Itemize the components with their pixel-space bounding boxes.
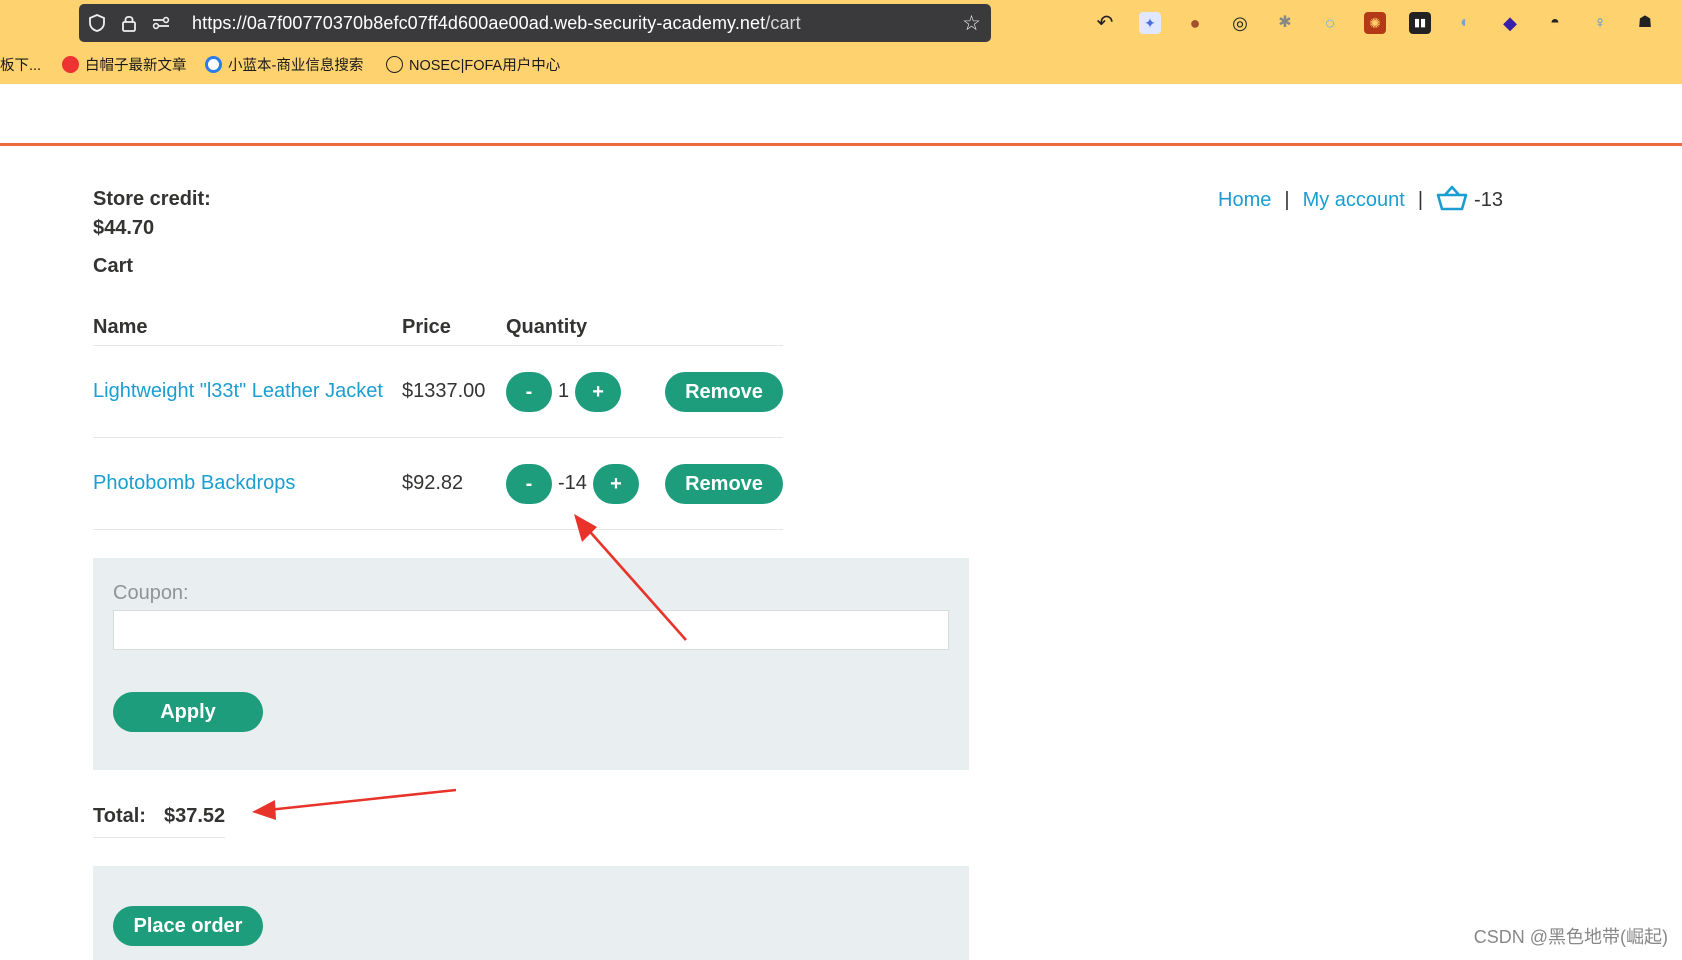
total-label: Total:: [93, 805, 146, 827]
bookmark-item[interactable]: 板下...: [0, 56, 41, 76]
cart-table: Name Price Quantity Lightweight "l33t" L…: [93, 309, 783, 530]
remove-button[interactable]: Remove: [665, 371, 783, 412]
table-header-row: Name Price Quantity: [93, 309, 783, 346]
remove-button[interactable]: Remove: [665, 463, 783, 504]
bookmark-item[interactable]: NOSEC|FOFA用户中心: [386, 56, 560, 76]
column-header-quantity: Quantity: [506, 309, 665, 346]
address-bar[interactable]: https://0a7f00770370b8efc07ff4d600ae00ad…: [79, 4, 991, 42]
product-link[interactable]: Photobomb Backdrops: [93, 472, 295, 494]
cookie-editor-icon[interactable]: ◎: [1229, 12, 1251, 34]
store-credit-label: Store credit:: [93, 188, 211, 210]
store-credit: Store credit: $44.70: [93, 185, 211, 243]
shield-icon[interactable]: [87, 13, 107, 33]
apply-coupon-button[interactable]: Apply: [113, 692, 263, 732]
column-header-price: Price: [402, 309, 506, 346]
decrease-quantity-button[interactable]: -: [506, 463, 552, 504]
column-header-name: Name: [93, 309, 402, 346]
fire-icon: [62, 56, 79, 73]
place-order-button[interactable]: Place order: [113, 906, 263, 946]
my-account-link[interactable]: My account: [1303, 189, 1405, 211]
quantity-value: 1: [558, 380, 570, 402]
hat-icon[interactable]: ◓: [1544, 12, 1566, 34]
total-value: $37.52: [163, 805, 226, 827]
ring-icon[interactable]: ○: [1319, 12, 1341, 34]
product-price: $1337.00: [402, 345, 506, 438]
permissions-icon[interactable]: [151, 13, 171, 33]
watermark: CSDN @黑色地带(崛起): [1473, 927, 1668, 947]
column-header-actions: [665, 309, 783, 346]
pin-icon[interactable]: ♀: [1589, 12, 1611, 34]
table-row: Lightweight "l33t" Leather Jacket $1337.…: [93, 345, 783, 438]
lock-icon[interactable]: [119, 13, 139, 33]
bookmark-item[interactable]: 小蓝本-商业信息搜索: [205, 56, 363, 76]
puzzle-icon[interactable]: ✱: [1274, 12, 1296, 34]
cart-title: Cart: [93, 255, 134, 277]
hacker-icon[interactable]: ☗: [1634, 12, 1656, 34]
annotation-arrow: [252, 788, 457, 820]
undo-arrow-icon[interactable]: ↶: [1094, 12, 1116, 34]
globe-icon: [386, 56, 403, 73]
quantity-stepper: -1 +: [506, 345, 665, 438]
cart-total: Total: $37.52: [93, 805, 226, 838]
q-icon: [205, 56, 222, 73]
home-link[interactable]: Home: [1218, 189, 1271, 211]
cart-count: -13: [1474, 189, 1503, 211]
top-navigation: Home | My account | -13: [1218, 184, 1503, 212]
place-order-section: Place order: [93, 866, 969, 960]
product-price: $92.82: [402, 437, 506, 530]
product-link[interactable]: Lightweight "l33t" Leather Jacket: [93, 380, 383, 402]
increase-quantity-button[interactable]: +: [575, 371, 622, 412]
burp-icon[interactable]: ✺: [1364, 12, 1386, 34]
browser-toolbar: https://0a7f00770370b8efc07ff4d600ae00ad…: [0, 0, 1682, 84]
decrease-quantity-button[interactable]: -: [506, 371, 552, 412]
site-header: [0, 84, 1682, 144]
store-credit-value: $44.70: [93, 217, 155, 239]
table-row: Photobomb Backdrops $92.82 - -14 + Remove: [93, 437, 783, 530]
quantity-stepper: - -14 +: [506, 437, 665, 530]
url-text[interactable]: https://0a7f00770370b8efc07ff4d600ae00ad…: [192, 4, 801, 42]
cart-link[interactable]: -13: [1436, 185, 1503, 211]
bookmark-star-icon[interactable]: ☆: [962, 11, 981, 36]
toggle-icon[interactable]: ◐: [1454, 12, 1476, 34]
layers-icon[interactable]: ◆: [1499, 12, 1521, 34]
quantity-value: -14: [558, 472, 587, 494]
basket-icon: [1436, 185, 1468, 211]
cookie-icon[interactable]: ●: [1184, 12, 1206, 34]
header-divider: [0, 143, 1682, 146]
coupon-label: Coupon:: [113, 582, 189, 604]
bird-extension-icon[interactable]: ✦: [1139, 12, 1161, 34]
nav-separator: |: [1284, 189, 1290, 211]
coupon-input[interactable]: [113, 610, 949, 650]
increase-quantity-button[interactable]: +: [592, 463, 639, 504]
nav-separator: |: [1417, 189, 1424, 211]
coupon-section: Coupon: Apply: [93, 558, 969, 770]
bookmark-item[interactable]: 白帽子最新文章: [62, 56, 187, 76]
wappalyzer-icon[interactable]: ▮▮: [1409, 12, 1431, 34]
